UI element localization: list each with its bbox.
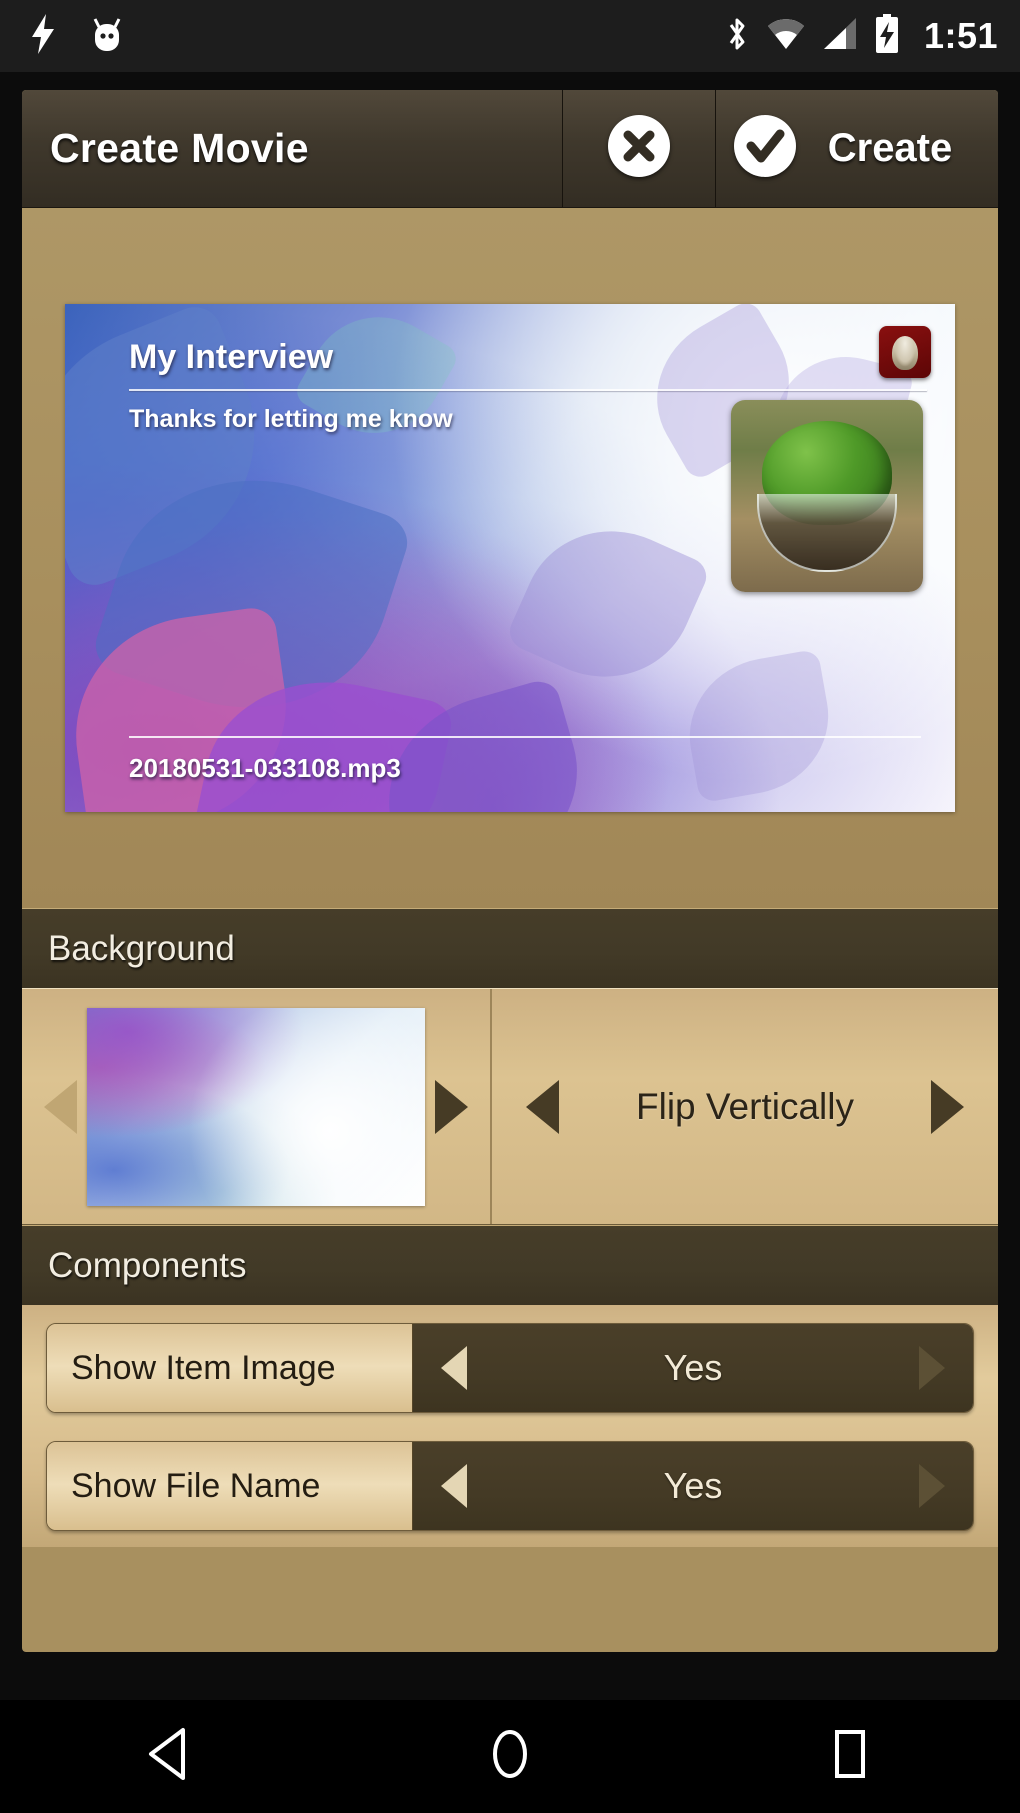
preview-title: My Interview [129, 338, 334, 376]
background-section-header: Background [22, 908, 998, 988]
page-title: Create Movie [50, 125, 309, 171]
movie-preview-area: My Interview Thanks for letting me know … [22, 208, 998, 908]
nav-home-button[interactable] [435, 1700, 585, 1813]
create-button[interactable]: Create [715, 90, 998, 207]
create-movie-window: Create Movie Create My Interview Thanks … [22, 90, 998, 1652]
background-selector-row: Flip Vertically [22, 988, 998, 1225]
recents-square-icon [823, 1725, 877, 1788]
background-flip-picker: Flip Vertically [492, 989, 998, 1224]
background-prev-arrow-icon[interactable] [44, 1079, 77, 1134]
component-row-show-item-image: Show Item Image Yes [46, 1323, 974, 1413]
component-next-arrow-icon[interactable] [919, 1346, 945, 1390]
component-label: Show Item Image [47, 1324, 413, 1412]
preview-title-divider [129, 389, 927, 391]
header-title-cell: Create Movie [22, 90, 562, 207]
home-circle-icon [483, 1725, 537, 1788]
android-navigation-bar [0, 1700, 1020, 1813]
components-panel: Show Item Image Yes Show File Name Yes [22, 1305, 998, 1547]
component-prev-arrow-icon[interactable] [441, 1464, 467, 1508]
nav-back-button[interactable] [95, 1700, 245, 1813]
check-circle-icon [728, 109, 802, 188]
component-label: Show File Name [47, 1442, 413, 1530]
cellular-signal-icon [822, 17, 858, 56]
background-next-arrow-icon[interactable] [435, 1079, 468, 1134]
back-triangle-icon [143, 1725, 197, 1788]
charging-bolt-icon [30, 13, 56, 59]
status-bar-clock: 1:51 [923, 15, 998, 56]
flip-value: Flip Vertically [636, 1085, 854, 1127]
bluetooth-icon [724, 15, 750, 58]
close-circle-icon [602, 109, 676, 188]
status-bar-left-icons [30, 13, 124, 59]
components-section-header: Components [22, 1225, 998, 1305]
cancel-button[interactable] [562, 90, 715, 207]
background-thumbnail[interactable] [87, 1007, 425, 1206]
battery-charging-icon [874, 13, 900, 59]
android-screen: 1:51 Create Movie Create My Interview Th… [0, 0, 1020, 1813]
component-row-show-file-name: Show File Name Yes [46, 1441, 974, 1531]
component-value-stepper: Yes [413, 1442, 973, 1530]
component-value-stepper: Yes [413, 1324, 973, 1412]
terrarium-bowl-shape [757, 494, 897, 572]
background-image-picker [22, 989, 492, 1224]
status-bar: 1:51 [0, 0, 1020, 72]
nav-recents-button[interactable] [775, 1700, 925, 1813]
component-next-arrow-icon[interactable] [919, 1464, 945, 1508]
status-bar-right-icons: 1:51 [724, 13, 998, 59]
preview-filename-divider [129, 736, 921, 738]
app-header: Create Movie Create [22, 90, 998, 208]
flip-next-arrow-icon[interactable] [931, 1079, 964, 1134]
component-value: Yes [663, 1465, 723, 1506]
wifi-icon [766, 17, 806, 56]
create-button-label: Create [827, 126, 953, 170]
preview-item-image [731, 400, 923, 592]
flip-prev-arrow-icon[interactable] [526, 1079, 559, 1134]
movie-preview-card[interactable]: My Interview Thanks for letting me know … [65, 304, 955, 812]
preview-file-name: 20180531-033108.mp3 [129, 753, 401, 783]
component-value: Yes [663, 1347, 723, 1388]
component-prev-arrow-icon[interactable] [441, 1346, 467, 1390]
android-head-icon [90, 15, 124, 58]
